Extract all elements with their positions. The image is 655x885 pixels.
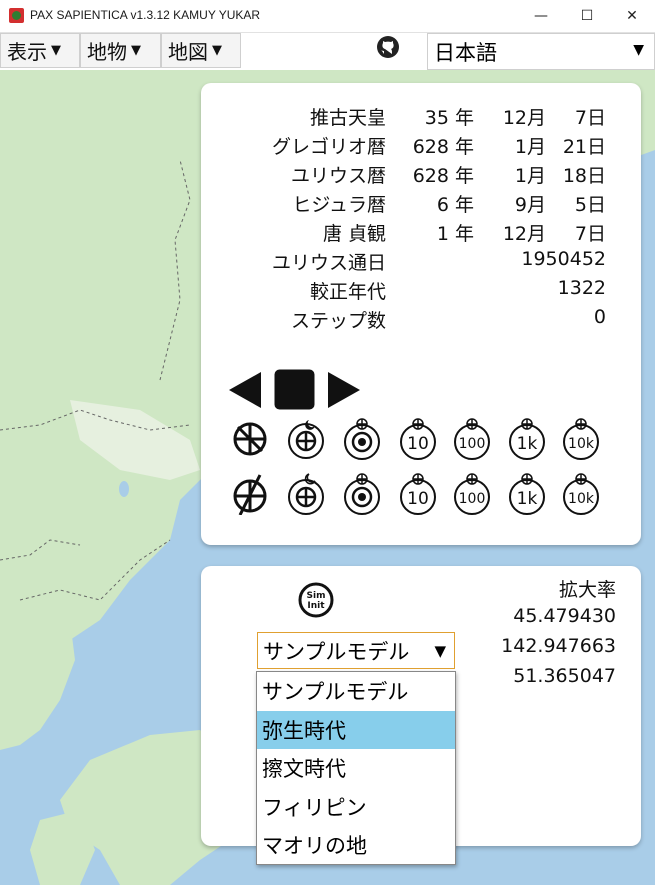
step-label: 100 — [459, 436, 486, 452]
sim-init-label-top: Sim — [307, 591, 326, 601]
era-day: 7日 — [574, 107, 606, 129]
zoom-value: 45.479430 — [513, 605, 616, 627]
menu-bar: 表示 ▼ 地物 ▼ 地図 ▼ 日本語 ▼ — [0, 33, 655, 70]
era-month: 9月 — [514, 194, 546, 216]
era-day: 5日 — [574, 194, 606, 216]
year10-step-back-icon[interactable]: 10 — [397, 473, 439, 515]
language-select[interactable]: 日本語 ▼ — [427, 33, 655, 70]
era-month: 1月 — [514, 136, 546, 158]
longitude-value: 142.947663 — [501, 635, 616, 657]
chevron-down-icon: ▼ — [434, 642, 446, 660]
app-icon — [9, 8, 24, 23]
month-step-back-icon[interactable] — [341, 473, 383, 515]
chevron-down-icon: ▼ — [212, 43, 222, 58]
steps-value: 0 — [593, 306, 606, 328]
chevron-down-icon: ▼ — [51, 43, 61, 58]
calendar-row-julian: ユリウス暦 628 年 1月 18日 — [201, 161, 641, 190]
era-label: 唐 貞観 — [322, 223, 386, 245]
chevron-down-icon: ▼ — [131, 43, 141, 58]
model-option-maori[interactable]: マオリの地 — [257, 826, 455, 865]
window-title: PAX SAPIENTICA v1.3.12 KAMUY YUKAR — [30, 8, 261, 22]
calendar-panel: 推古天皇 35 年 12月 7日 グレゴリオ暦 628 年 1月 21日 ユリウ… — [201, 83, 641, 545]
year10-step-icon[interactable]: 10 — [397, 418, 439, 460]
era-month: 1月 — [514, 165, 546, 187]
calibrated-value: 1322 — [557, 277, 606, 299]
step-label: 10k — [568, 491, 595, 507]
month-step-icon[interactable] — [341, 418, 383, 460]
year10k-step-back-icon[interactable]: 10k — [560, 473, 602, 515]
title-bar: PAX SAPIENTICA v1.3.12 KAMUY YUKAR — ☐ ✕ — [0, 0, 655, 33]
model-option-yayoi[interactable]: 弥生時代 — [257, 710, 455, 749]
era-day: 7日 — [574, 223, 606, 245]
day-step-back-icon[interactable] — [285, 473, 327, 515]
year100-step-icon[interactable]: 100 — [451, 418, 493, 460]
steps-row: ステップ数 0 — [201, 306, 641, 335]
era-year: 35 年 — [424, 107, 474, 129]
model-select-value: サンプルモデル — [263, 639, 410, 664]
play-icon[interactable] — [326, 370, 362, 410]
era-month: 12月 — [502, 107, 546, 129]
no-step-back-icon[interactable] — [229, 473, 271, 515]
calendar-row-gregorian: グレゴリオ暦 628 年 1月 21日 — [201, 132, 641, 161]
model-dropdown-list: サンプルモデル 弥生時代 擦文時代 フィリピン マオリの地 — [256, 671, 456, 865]
day-step-icon[interactable] — [285, 418, 327, 460]
close-button[interactable]: ✕ — [609, 0, 655, 32]
step-label: 10k — [568, 436, 595, 452]
year1k-step-back-icon[interactable]: 1k — [506, 473, 548, 515]
era-day: 18日 — [562, 165, 606, 187]
year1k-step-icon[interactable]: 1k — [506, 418, 548, 460]
julian-day-value: 1950452 — [521, 248, 606, 270]
language-value: 日本語 — [434, 40, 497, 65]
julian-day-label: ユリウス通日 — [271, 252, 386, 274]
menu-display[interactable]: 表示 ▼ — [0, 33, 80, 68]
github-icon[interactable] — [376, 35, 400, 59]
no-step-icon[interactable] — [229, 418, 271, 460]
lake — [119, 481, 129, 497]
step-label: 10 — [407, 434, 429, 454]
calendar-row-japanese: 推古天皇 35 年 12月 7日 — [201, 103, 641, 132]
step-label: 100 — [459, 491, 486, 507]
chevron-down-icon: ▼ — [633, 42, 644, 58]
era-year: 6 年 — [436, 194, 474, 216]
model-option-satsumon[interactable]: 擦文時代 — [257, 749, 455, 788]
maximize-button[interactable]: ☐ — [564, 0, 610, 32]
julian-day-row: ユリウス通日 1950452 — [201, 248, 641, 277]
menu-map-label: 地図 — [168, 40, 208, 64]
step-label: 1k — [517, 489, 538, 509]
era-label: グレゴリオ暦 — [271, 136, 386, 158]
era-label: 推古天皇 — [309, 107, 386, 129]
era-label: ユリウス暦 — [290, 165, 386, 187]
model-option-sample[interactable]: サンプルモデル — [257, 672, 455, 711]
era-year: 628 年 — [412, 165, 474, 187]
year100-step-back-icon[interactable]: 100 — [451, 473, 493, 515]
era-year: 628 年 — [412, 136, 474, 158]
era-day: 21日 — [562, 136, 606, 158]
sim-init-label-bottom: Init — [307, 601, 325, 611]
steps-label: ステップ数 — [290, 310, 386, 332]
calibrated-label: 較正年代 — [309, 281, 386, 303]
step-label: 1k — [517, 434, 538, 454]
era-year: 1 年 — [436, 223, 474, 245]
menu-features-label: 地物 — [87, 40, 127, 64]
model-option-philippines[interactable]: フィリピン — [257, 788, 455, 827]
calendar-row-hijri: ヒジュラ暦 6 年 9月 5日 — [201, 190, 641, 219]
sim-init-icon[interactable]: Sim Init — [298, 582, 334, 618]
calendar-row-tang: 唐 貞観 1 年 12月 7日 — [201, 219, 641, 248]
menu-features[interactable]: 地物 ▼ — [80, 33, 161, 68]
year10k-step-icon[interactable]: 10k — [560, 418, 602, 460]
calibrated-row: 較正年代 1322 — [201, 277, 641, 306]
menu-display-label: 表示 — [7, 40, 47, 64]
zoom-label: 拡大率 — [558, 579, 616, 601]
latitude-value: 51.365047 — [513, 665, 616, 687]
reverse-play-icon[interactable] — [227, 370, 263, 410]
stop-icon[interactable] — [274, 369, 315, 410]
step-label: 10 — [407, 489, 429, 509]
minimize-button[interactable]: — — [518, 0, 564, 32]
model-select[interactable]: サンプルモデル ▼ — [257, 632, 455, 669]
era-label: ヒジュラ暦 — [292, 194, 386, 216]
era-month: 12月 — [502, 223, 546, 245]
menu-map[interactable]: 地図 ▼ — [161, 33, 241, 68]
